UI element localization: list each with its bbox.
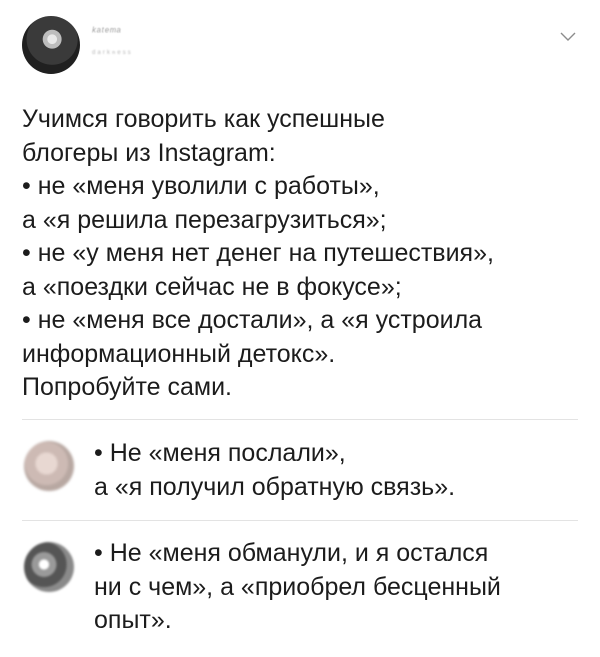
post-line: • не «меня уволили с работы», (22, 172, 380, 200)
reply-line: ни с чем», а «приобрел бесценный (94, 572, 501, 601)
post-line: • не «у меня нет денег на путешествия», (22, 239, 494, 267)
post-line: блогеры из Instagram: (22, 138, 276, 167)
divider (22, 520, 578, 521)
chevron-down-icon[interactable] (556, 28, 580, 46)
reply-line: • Не «меня послали», (94, 439, 346, 467)
reply-text: • Не «меня послали», а «я получил обратн… (94, 437, 584, 504)
reply-text: • Не «меня обманули, и я остался ни с че… (94, 537, 584, 638)
post-line: а «я решила перезагрузиться»; (22, 205, 387, 234)
post-line: Учимся говорить как успешные (22, 105, 385, 133)
post-line: информационный детокс». (22, 339, 336, 368)
reply-avatar[interactable] (24, 542, 74, 592)
post-line: Попробуйте сами. (22, 373, 232, 401)
reply-line: а «я получил обратную связь». (94, 472, 456, 501)
reply-avatar[interactable] (24, 441, 74, 491)
author-name[interactable]: ᵏᵃᵗᵉᵐᵃ (92, 26, 121, 38)
author-avatar[interactable] (22, 16, 80, 74)
divider (22, 419, 578, 420)
post-line: • не «меня все достали», а «я устроила (22, 306, 483, 334)
post-text: Учимся говорить как успешные блогеры из … (22, 103, 582, 405)
post-line: а «поездки сейчас не в фокусе»; (22, 272, 402, 301)
author-handle: ᵈᵃʳᵏⁿᵉˢˢ (92, 48, 133, 58)
reply-line: • Не «меня обманули, и я остался (94, 539, 489, 567)
reply-line: опыт». (94, 606, 172, 634)
